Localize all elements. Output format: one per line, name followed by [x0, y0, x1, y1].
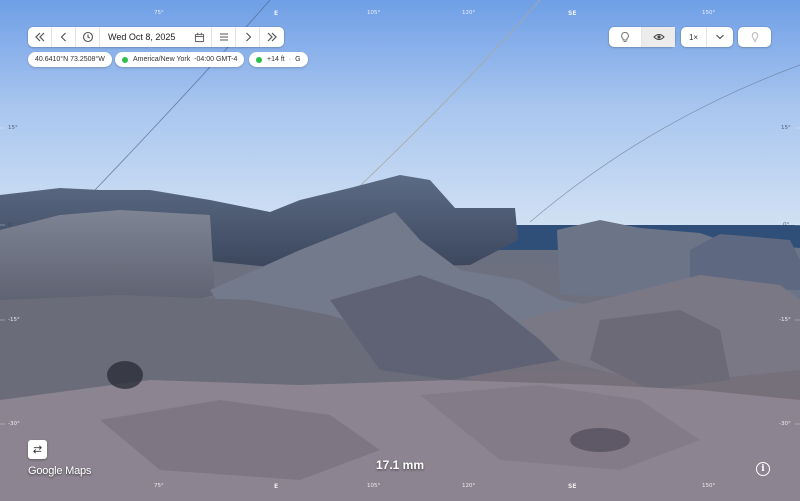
scale-label: 17.1 mm	[375, 458, 425, 472]
separator-dot: ·	[288, 56, 292, 63]
lightbulb-icon	[621, 31, 629, 42]
swap-button[interactable]	[28, 440, 47, 459]
terrain-3d-view[interactable]	[0, 0, 800, 501]
bottom-axis-tick: SE	[568, 483, 577, 490]
menu-icon	[219, 33, 228, 41]
chevron-down-icon	[716, 34, 724, 40]
left-axis-tick: -15°	[8, 317, 20, 323]
top-axis-tick: 105°	[367, 10, 381, 16]
info-button[interactable]: i	[756, 462, 770, 476]
skip-forward-button[interactable]	[260, 27, 284, 47]
step-forward-icon	[245, 32, 251, 42]
step-back-icon	[60, 32, 66, 42]
status-dot	[256, 56, 262, 63]
pin-button[interactable]	[738, 27, 771, 47]
date-label: Wed Oct 8, 2025	[108, 32, 176, 42]
pin-icon	[751, 31, 758, 43]
time-button[interactable]	[76, 27, 100, 47]
step-forward-button[interactable]	[236, 27, 260, 47]
skip-back-icon	[34, 32, 44, 42]
speed-value: 1×	[681, 27, 707, 47]
elevation-value: +14 ft	[267, 56, 285, 63]
speed-dropdown[interactable]	[707, 27, 733, 47]
timezone-offset: -04:00 GMT-4	[194, 56, 238, 63]
left-axis-tick: 0°	[8, 222, 15, 228]
skip-back-button[interactable]	[28, 27, 52, 47]
status-dot	[122, 56, 128, 63]
bottom-axis-tick: E	[274, 483, 279, 490]
step-back-button[interactable]	[52, 27, 76, 47]
bottom-axis-tick: 105°	[367, 483, 381, 489]
skip-forward-icon	[267, 32, 277, 42]
elevation-reference: G	[295, 56, 301, 63]
lightbulb-button[interactable]	[609, 27, 642, 47]
date-picker[interactable]: Wed Oct 8, 2025	[100, 27, 212, 47]
eye-icon	[652, 34, 665, 40]
right-axis-tick: -15°	[779, 317, 791, 323]
right-axis-tick: 15°	[781, 125, 791, 131]
left-axis-tick: -30°	[8, 421, 20, 427]
right-axis-tick: -30°	[779, 421, 791, 427]
bottom-axis-tick: 75°	[154, 483, 164, 489]
top-axis-tick: 120°	[462, 10, 476, 16]
timezone-pill[interactable]: America/New York -04:00 GMT-4	[115, 52, 245, 67]
left-axis-tick: 15°	[8, 125, 18, 131]
info-icon: i	[761, 464, 765, 474]
top-axis-tick: E	[274, 10, 279, 17]
menu-button[interactable]	[212, 27, 236, 47]
top-axis-tick: 150°	[702, 10, 716, 16]
calendar-icon	[194, 32, 205, 42]
swap-icon	[33, 445, 42, 454]
speed-selector[interactable]: 1×	[681, 27, 733, 47]
coordinates-pill[interactable]: 40.6410°N 73.2508°W	[28, 52, 112, 67]
elevation-pill[interactable]: +14 ft · G	[249, 52, 308, 67]
top-axis-tick: 75°	[154, 10, 164, 16]
bottom-axis-tick: 150°	[702, 483, 716, 489]
right-axis-tick: 0°	[783, 222, 790, 228]
timezone-name: America/New York	[133, 56, 191, 63]
top-axis-tick: SE	[568, 10, 577, 17]
view-toggle-group	[609, 27, 675, 47]
eye-button[interactable]	[642, 27, 675, 47]
time-toolbar: Wed Oct 8, 2025	[28, 27, 284, 47]
coordinates-text: 40.6410°N 73.2508°W	[35, 56, 105, 63]
clock-icon	[82, 31, 93, 43]
bottom-axis-tick: 120°	[462, 483, 476, 489]
